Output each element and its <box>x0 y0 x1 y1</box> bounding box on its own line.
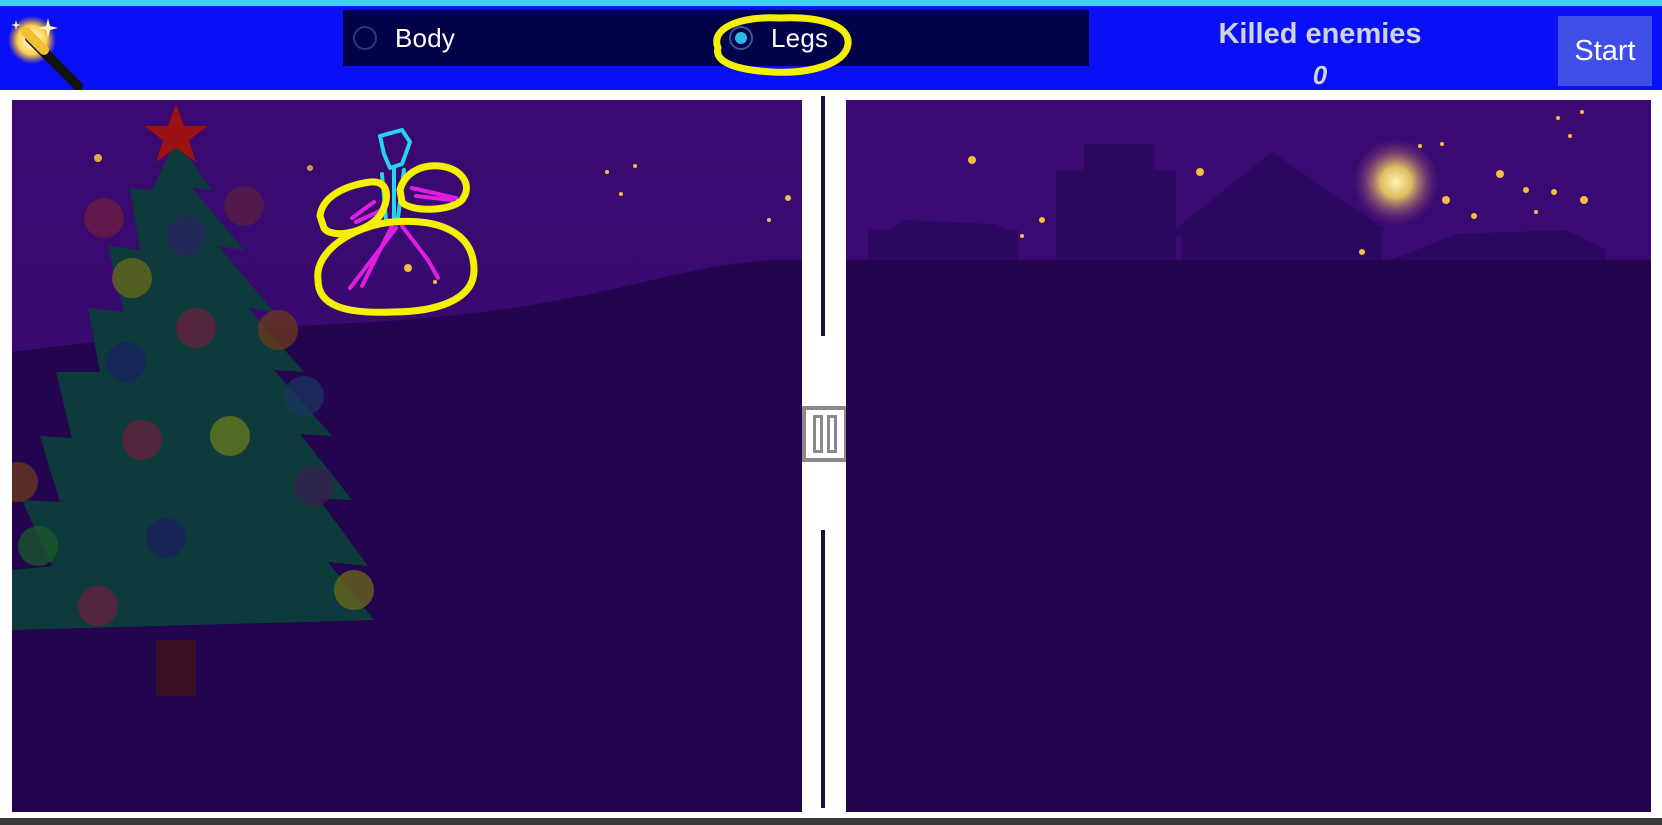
killed-enemies-count: 0 <box>1312 60 1328 90</box>
battle-field-right <box>846 100 1651 812</box>
pause-button[interactable] <box>802 406 848 462</box>
magic-wand-icon[interactable] <box>4 10 90 92</box>
start-button[interactable]: Start <box>1558 16 1652 86</box>
game-stage <box>0 90 1662 825</box>
screen-edge <box>0 818 1662 825</box>
right-scene <box>846 100 1651 812</box>
left-scene <box>12 100 802 812</box>
panel-divider <box>821 96 825 336</box>
drawing-canvas-left[interactable] <box>12 100 802 812</box>
panel-divider <box>821 530 825 808</box>
game-header: Body Legs Killed enemies 0 Start <box>0 6 1662 92</box>
body-part-selector: Body Legs <box>343 10 1089 66</box>
radio-legs-label: Legs <box>771 22 829 53</box>
ground <box>846 260 1651 812</box>
radio-option-body[interactable]: Body <box>353 10 455 66</box>
killed-enemies-label: Killed enemies <box>1218 18 1422 50</box>
moon <box>1352 138 1440 226</box>
radio-option-legs[interactable]: Legs <box>729 10 828 66</box>
pause-icon <box>813 415 823 453</box>
pause-icon <box>827 415 837 453</box>
radio-legs-indicator[interactable] <box>729 26 753 50</box>
radio-body-indicator[interactable] <box>353 26 377 50</box>
radio-body-label: Body <box>395 22 456 53</box>
